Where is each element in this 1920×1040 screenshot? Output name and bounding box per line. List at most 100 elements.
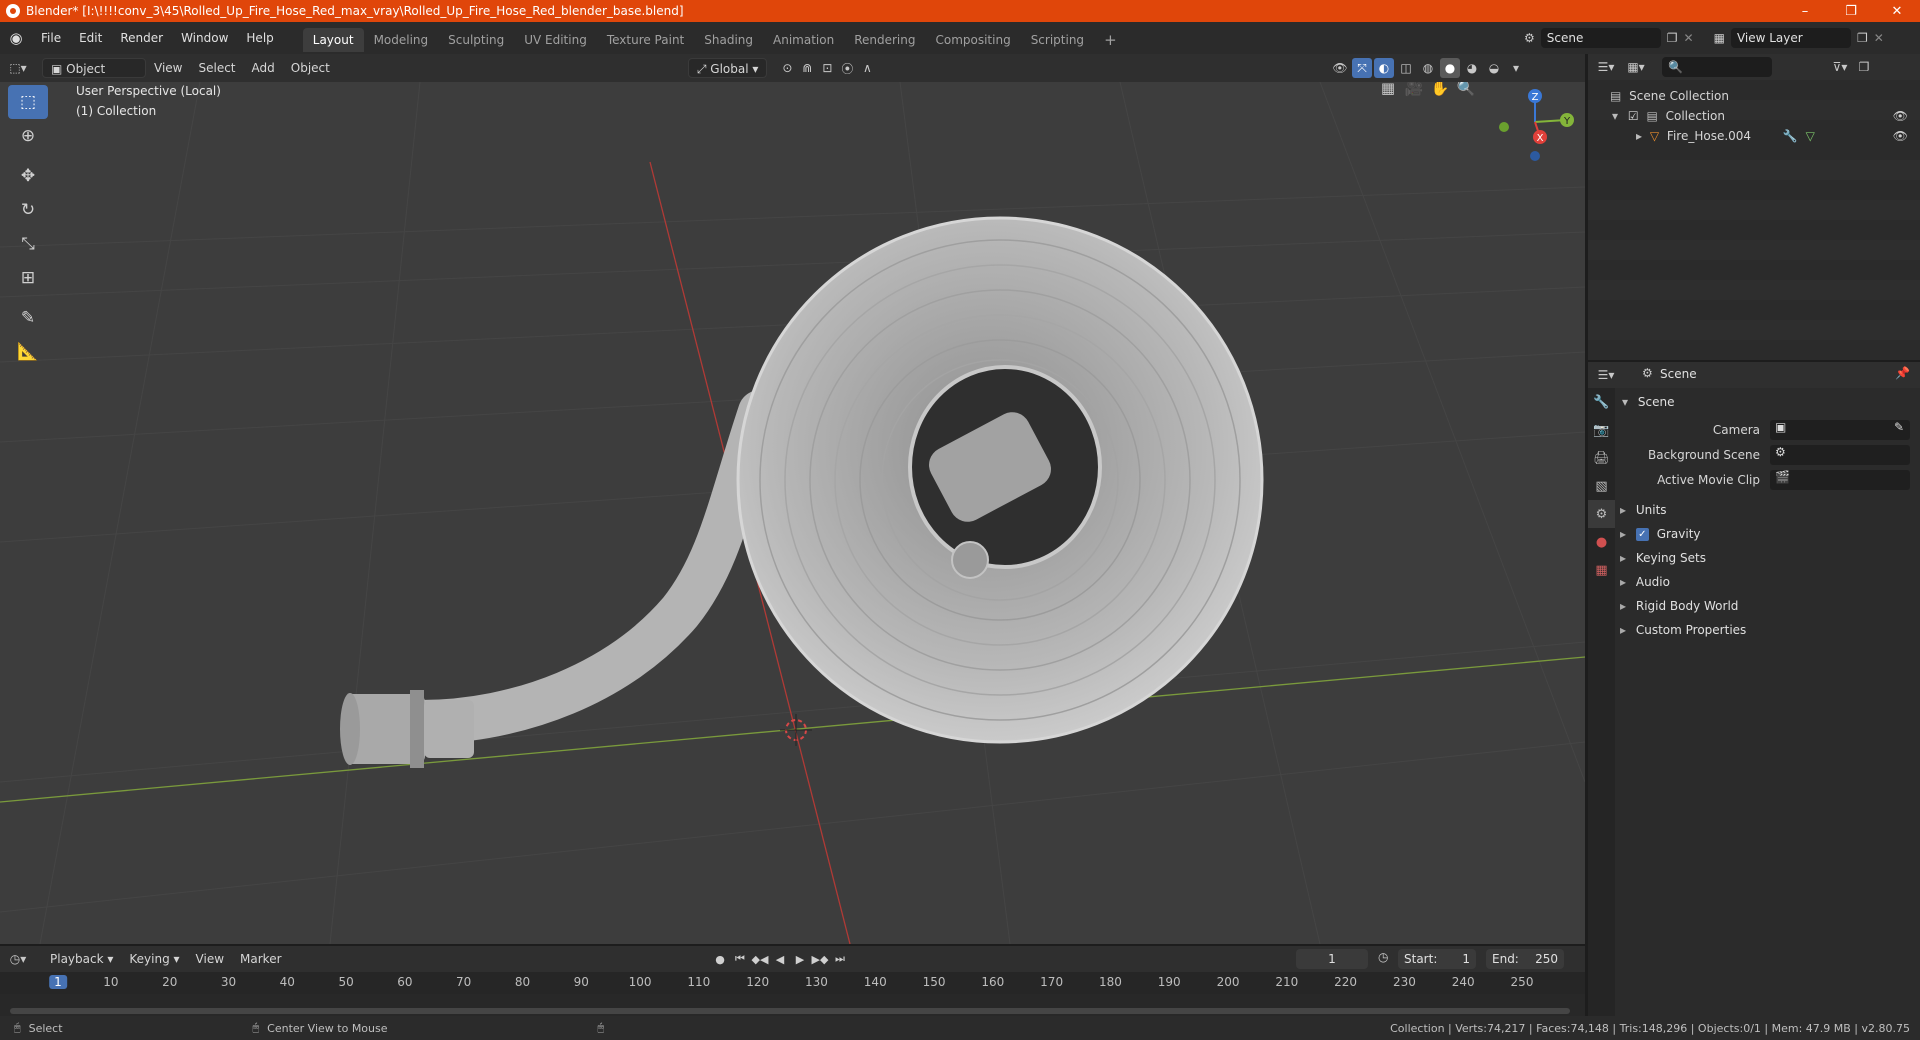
mode-selector[interactable]: ▣ Object Mode ▾: [42, 58, 146, 96]
delete-scene-icon[interactable]: ✕: [1684, 31, 1694, 45]
modifier-icon[interactable]: 🔧: [1783, 129, 1798, 143]
scene-section-header[interactable]: ▾ Scene: [1622, 390, 1674, 414]
falloff-icon[interactable]: ∧: [857, 58, 877, 78]
tab-compositing[interactable]: Compositing: [925, 28, 1020, 52]
end-frame-field[interactable]: End: 250: [1486, 949, 1564, 969]
close-button[interactable]: ✕: [1874, 0, 1920, 22]
menu-file[interactable]: File: [32, 22, 70, 54]
expand-arrow-icon[interactable]: ▸: [1636, 129, 1642, 143]
world-tab-icon[interactable]: ●: [1588, 528, 1615, 556]
menu-render[interactable]: Render: [111, 22, 172, 54]
blender-menu-icon[interactable]: ◉: [0, 29, 32, 47]
texture-tab-icon[interactable]: ▦: [1588, 556, 1615, 584]
outliner-search-input[interactable]: 🔍: [1662, 57, 1772, 77]
axis-gizmo[interactable]: Z Y X: [1490, 82, 1580, 172]
transform-tool[interactable]: ⊞: [8, 261, 48, 295]
jump-end-icon[interactable]: ⏭: [830, 949, 850, 969]
audio-panel[interactable]: ▸ Audio: [1620, 570, 1670, 594]
outliner-fire-hose[interactable]: ▸ ▽ Fire_Hose.004 🔧 ▽ 👁: [1588, 126, 1920, 146]
camera-view-icon[interactable]: 🎥: [1404, 82, 1424, 98]
scene-tab-icon[interactable]: ⚙: [1588, 500, 1615, 528]
record-icon[interactable]: ●: [710, 949, 730, 969]
scene-field[interactable]: Scene: [1540, 28, 1661, 48]
frame-ruler[interactable]: 1 10 20 30 40 50 60 70 80 90 100 110 120 130 140 150 160…: [0, 972, 1585, 994]
background-scene-field[interactable]: ⚙: [1770, 445, 1910, 465]
delete-view-layer-icon[interactable]: ✕: [1874, 31, 1884, 45]
view-layer-tab-icon[interactable]: ▧: [1588, 472, 1615, 500]
material-shading-icon[interactable]: ◕: [1462, 58, 1482, 78]
viewport-menu-view[interactable]: View: [146, 58, 190, 78]
properties-editor-type-icon[interactable]: ☰▾: [1596, 365, 1616, 385]
tab-uv-editing[interactable]: UV Editing: [514, 28, 597, 52]
snap-target-icon[interactable]: ⊡: [817, 58, 837, 78]
proportional-edit-icon[interactable]: ⦿: [837, 58, 857, 78]
overlay-toggle-icon[interactable]: ◐: [1374, 58, 1394, 78]
zoom-view-icon[interactable]: 🔍: [1456, 82, 1476, 98]
fire-hose-eye-icon[interactable]: 👁: [1893, 126, 1908, 146]
pivot-point-icon[interactable]: ⊙: [777, 58, 797, 78]
wireframe-shading-icon[interactable]: ◍: [1418, 58, 1438, 78]
cursor-tool[interactable]: ⊕: [8, 119, 48, 153]
camera-field[interactable]: ▣ ✎: [1770, 420, 1910, 440]
preview-range-icon[interactable]: ◷: [1378, 950, 1388, 964]
gravity-panel[interactable]: ▸ ✓ Gravity: [1620, 522, 1701, 546]
xray-icon[interactable]: ◫: [1396, 58, 1416, 78]
tab-texture-paint[interactable]: Texture Paint: [597, 28, 694, 52]
tab-shading[interactable]: Shading: [694, 28, 763, 52]
render-tab-icon[interactable]: 📷: [1588, 416, 1615, 444]
toggle-ortho-icon[interactable]: ▦: [1378, 82, 1398, 98]
timeline-editor-type-icon[interactable]: ◷▾: [8, 949, 28, 969]
maximize-button[interactable]: ❐: [1828, 0, 1874, 22]
rendered-shading-icon[interactable]: ◒: [1484, 58, 1504, 78]
menu-edit[interactable]: Edit: [70, 22, 111, 54]
new-collection-icon[interactable]: ❐: [1854, 57, 1874, 77]
mesh-data-icon[interactable]: ▽: [1806, 129, 1815, 143]
timeline-menu-marker[interactable]: Marker: [232, 949, 289, 969]
output-tab-icon[interactable]: 🖨: [1588, 444, 1615, 472]
prev-keyframe-icon[interactable]: ◆◀: [750, 949, 770, 969]
jump-start-icon[interactable]: ⏮: [730, 949, 750, 969]
pan-view-icon[interactable]: ✋: [1430, 82, 1450, 98]
viewport-menu-select[interactable]: Select: [190, 58, 243, 78]
shading-options-icon[interactable]: ▾: [1506, 58, 1526, 78]
editor-type-icon[interactable]: ⬚▾: [8, 58, 28, 78]
pin-icon[interactable]: 📌: [1895, 366, 1910, 380]
timeline-menu-playback[interactable]: Playback ▾: [42, 949, 121, 969]
tab-layout[interactable]: Layout: [302, 28, 364, 52]
play-icon[interactable]: ▶: [790, 949, 810, 969]
rotate-tool[interactable]: ↻: [8, 193, 48, 227]
annotate-tool[interactable]: ✎: [8, 301, 48, 335]
next-keyframe-icon[interactable]: ▶◆: [810, 949, 830, 969]
move-tool[interactable]: ✥: [8, 159, 48, 193]
checkbox-icon[interactable]: ☑: [1628, 109, 1639, 123]
view-layer-icon[interactable]: ▦: [1714, 31, 1725, 45]
custom-properties-panel[interactable]: ▸ Custom Properties: [1620, 618, 1746, 642]
scene-selector-icon[interactable]: ⚙: [1524, 31, 1535, 45]
tab-rendering[interactable]: Rendering: [844, 28, 925, 52]
keying-sets-panel[interactable]: ▸ Keying Sets: [1620, 546, 1706, 570]
minimize-button[interactable]: –: [1782, 0, 1828, 22]
outliner-collection[interactable]: ▾ ☑ ▤ Collection 👁: [1588, 106, 1920, 126]
solid-shading-icon[interactable]: ●: [1440, 58, 1460, 78]
tool-tab-icon[interactable]: 🔧: [1588, 388, 1615, 416]
play-reverse-icon[interactable]: ◀: [770, 949, 790, 969]
filter-icon[interactable]: ⊽▾: [1830, 57, 1850, 77]
outliner-scene-collection[interactable]: ▤ Scene Collection: [1588, 86, 1920, 106]
outliner-editor-type-icon[interactable]: ☰▾: [1596, 57, 1616, 77]
view-layer-field[interactable]: View Layer: [1730, 28, 1851, 48]
snap-icon[interactable]: ⋒: [797, 58, 817, 78]
eyedropper-icon[interactable]: ✎: [1894, 420, 1904, 434]
timeline-scrollbar[interactable]: [10, 1008, 1570, 1014]
viewport-menu-add[interactable]: Add: [244, 58, 283, 78]
timeline-menu-view[interactable]: View: [188, 949, 232, 969]
menu-help[interactable]: Help: [237, 22, 282, 54]
menu-window[interactable]: Window: [172, 22, 237, 54]
active-movie-clip-field[interactable]: 🎬: [1770, 470, 1910, 490]
measure-tool[interactable]: 📐: [8, 335, 48, 369]
collapse-arrow-icon[interactable]: ▾: [1612, 109, 1618, 123]
select-box-tool[interactable]: ⬚: [8, 85, 48, 119]
timeline-area[interactable]: 1 10 20 30 40 50 60 70 80 90 100 110 120 130 140 150 160…: [0, 972, 1585, 1016]
tab-modeling[interactable]: Modeling: [364, 28, 439, 52]
scale-tool[interactable]: ⤡: [8, 227, 48, 261]
start-frame-field[interactable]: Start: 1: [1398, 949, 1476, 969]
